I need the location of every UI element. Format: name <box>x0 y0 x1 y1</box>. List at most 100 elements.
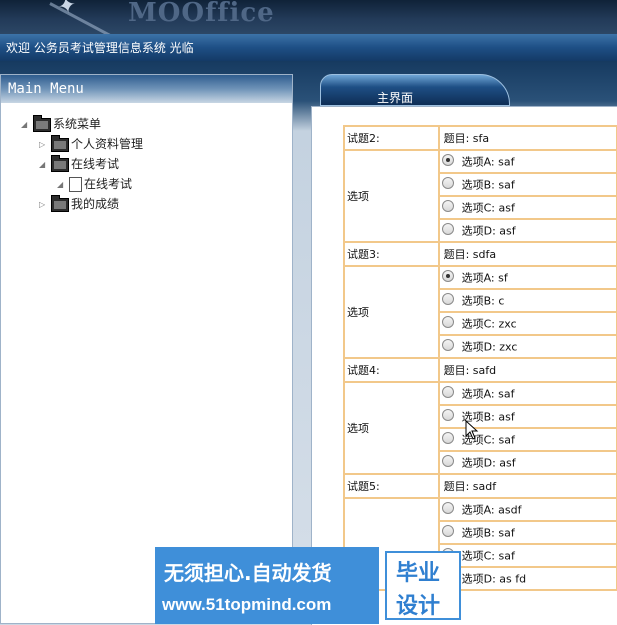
banner-right-bottom: 设计 <box>396 594 441 619</box>
radio-button[interactable] <box>441 154 454 166</box>
option-label: 选项A: sf <box>461 271 508 285</box>
options-row: 选项 选项A: saf 选项B: asf 选项C: saf 选项D: asf <box>343 381 617 475</box>
menu-node-label: 在线考试 <box>84 177 133 191</box>
folder-icon <box>51 134 69 152</box>
options-row: 选项 选项A: saf 选项B: saf 选项C: asf 选项D: asf <box>343 149 617 243</box>
folder-icon <box>33 114 51 132</box>
option-label: 选项C: asf <box>461 201 515 215</box>
question-row: 试题2: 题目: sfa <box>343 125 617 151</box>
options-cell: 选项A: saf 选项B: saf 选项C: asf 选项D: asf <box>437 149 617 243</box>
banner-right-top: 毕业 <box>396 561 441 586</box>
radio-button[interactable] <box>441 177 454 189</box>
radio-button[interactable] <box>441 339 454 351</box>
option-label: 选项A: saf <box>461 155 515 169</box>
logo-star-icon: ✦ <box>55 0 79 21</box>
answer-option[interactable]: 选项D: asf <box>440 220 616 241</box>
option-label: 选项C: zxc <box>461 317 517 331</box>
question-title: 题目: sadf <box>437 473 617 499</box>
menu-node-label: 个人资料管理 <box>71 137 144 151</box>
tab-main-label: 主界面 <box>377 91 414 105</box>
sidebar: Main Menu ◢ 系统菜单 ▷ 个人资料管理 ◢ 在线考试 ◢ 在线考试 ▷ 我的成绩 <box>0 74 293 624</box>
exam-table: 试题2: 题目: sfa 选项 选项A: saf 选项B: saf 选项C: asf 选项D… <box>343 125 617 591</box>
document-icon <box>69 177 82 192</box>
question-row: 试题5: 题目: sadf <box>343 473 617 499</box>
promo-banner[interactable]: 无须担心.自动发货 www.51topmind.com 毕业 设计 <box>155 547 461 624</box>
menu-node[interactable]: ◢ 在线考试 <box>57 175 132 193</box>
main-menu-title: Main Menu <box>8 81 84 97</box>
answer-option[interactable]: 选项D: as fd <box>440 568 616 589</box>
options-label: 选项 <box>343 265 440 359</box>
answer-option[interactable]: 选项B: saf <box>439 522 616 545</box>
question-label: 试题5: <box>343 473 440 499</box>
menu-node-label: 系统菜单 <box>53 117 102 131</box>
expand-arrow-right-icon[interactable]: ▷ <box>39 136 51 154</box>
question-row: 试题3: 题目: sdfa <box>343 241 617 267</box>
menu-node-label: 在线考试 <box>71 157 120 171</box>
app-logo: MOOffice <box>128 0 275 28</box>
options-cell: 选项A: asdf 选项B: saf 选项C: saf 选项D: as fd <box>437 497 617 591</box>
answer-option[interactable]: 选项A: saf <box>439 151 616 174</box>
radio-button[interactable] <box>441 432 454 444</box>
welcome-bar: 欢迎 公务员考试管理信息系统 光临 <box>0 34 617 61</box>
folder-icon <box>51 154 69 172</box>
radio-button[interactable] <box>441 502 454 514</box>
answer-option[interactable]: 选项B: c <box>439 290 616 313</box>
answer-option[interactable]: 选项B: saf <box>439 174 616 197</box>
banner-right: 毕业 设计 <box>385 551 461 620</box>
radio-button[interactable] <box>441 270 454 282</box>
option-label: 选项D: asf <box>461 224 516 238</box>
option-label: 选项B: c <box>461 294 505 308</box>
radio-button[interactable] <box>441 386 454 398</box>
question-label: 试题3: <box>343 241 440 267</box>
menu-node[interactable]: ◢ 在线考试 <box>39 154 120 174</box>
radio-button[interactable] <box>441 200 454 212</box>
radio-button[interactable] <box>441 409 454 421</box>
question-row: 试题4: 题目: safd <box>343 357 617 383</box>
answer-option[interactable]: 选项D: asf <box>440 452 616 473</box>
banner-slogan: 无须担心.自动发货 <box>164 561 332 585</box>
option-label: 选项C: saf <box>461 549 515 563</box>
question-label: 试题4: <box>343 357 440 383</box>
expand-arrow-down-icon[interactable]: ◢ <box>39 156 51 174</box>
banner-left: 无须担心.自动发货 www.51topmind.com <box>155 547 379 624</box>
expand-arrow-down-icon[interactable]: ◢ <box>57 176 69 194</box>
options-cell: 选项A: sf 选项B: c 选项C: zxc 选项D: zxc <box>437 265 617 359</box>
option-label: 选项D: asf <box>461 456 516 470</box>
question-title: 题目: safd <box>437 357 617 383</box>
answer-option[interactable]: 选项A: saf <box>439 383 616 406</box>
radio-button[interactable] <box>441 293 454 305</box>
answer-option[interactable]: 选项A: asdf <box>439 499 616 522</box>
banner-url: www.51topmind.com <box>162 595 332 614</box>
tab-bar: 主界面 <box>320 74 617 106</box>
menu-node-label: 我的成绩 <box>71 197 120 211</box>
folder-icon <box>51 194 69 212</box>
tab-main[interactable]: 主界面 <box>320 74 510 106</box>
question-label: 试题2: <box>343 125 440 151</box>
option-label: 选项B: saf <box>461 178 515 192</box>
question-title: 题目: sfa <box>437 125 617 151</box>
answer-option[interactable]: 选项C: saf <box>439 545 616 568</box>
radio-button[interactable] <box>441 525 454 537</box>
menu-node[interactable]: ◢ 系统菜单 <box>21 114 102 134</box>
question-title: 题目: sdfa <box>437 241 617 267</box>
answer-option[interactable]: 选项C: zxc <box>439 313 616 336</box>
expand-arrow-right-icon[interactable]: ▷ <box>39 196 51 214</box>
options-label: 选项 <box>343 149 440 243</box>
option-label: 选项B: saf <box>461 526 515 540</box>
answer-option[interactable]: 选项C: asf <box>439 197 616 220</box>
welcome-text: 欢迎 公务员考试管理信息系统 光临 <box>6 41 194 55</box>
radio-button[interactable] <box>441 316 454 328</box>
radio-button[interactable] <box>441 455 454 467</box>
expand-arrow-down-icon[interactable]: ◢ <box>21 116 33 134</box>
options-label: 选项 <box>343 381 440 475</box>
answer-option[interactable]: 选项D: zxc <box>440 336 616 357</box>
menu-node[interactable]: ▷ 个人资料管理 <box>39 134 144 154</box>
menu-node[interactable]: ▷ 我的成绩 <box>39 194 120 214</box>
option-label: 选项D: zxc <box>461 340 518 354</box>
sidebar-header: Main Menu <box>1 75 292 103</box>
radio-button[interactable] <box>441 223 454 235</box>
answer-option[interactable]: 选项A: sf <box>439 267 616 290</box>
option-label: 选项D: as fd <box>461 572 527 586</box>
app-header: ✦ MOOffice <box>0 0 617 34</box>
option-label: 选项A: saf <box>461 387 515 401</box>
